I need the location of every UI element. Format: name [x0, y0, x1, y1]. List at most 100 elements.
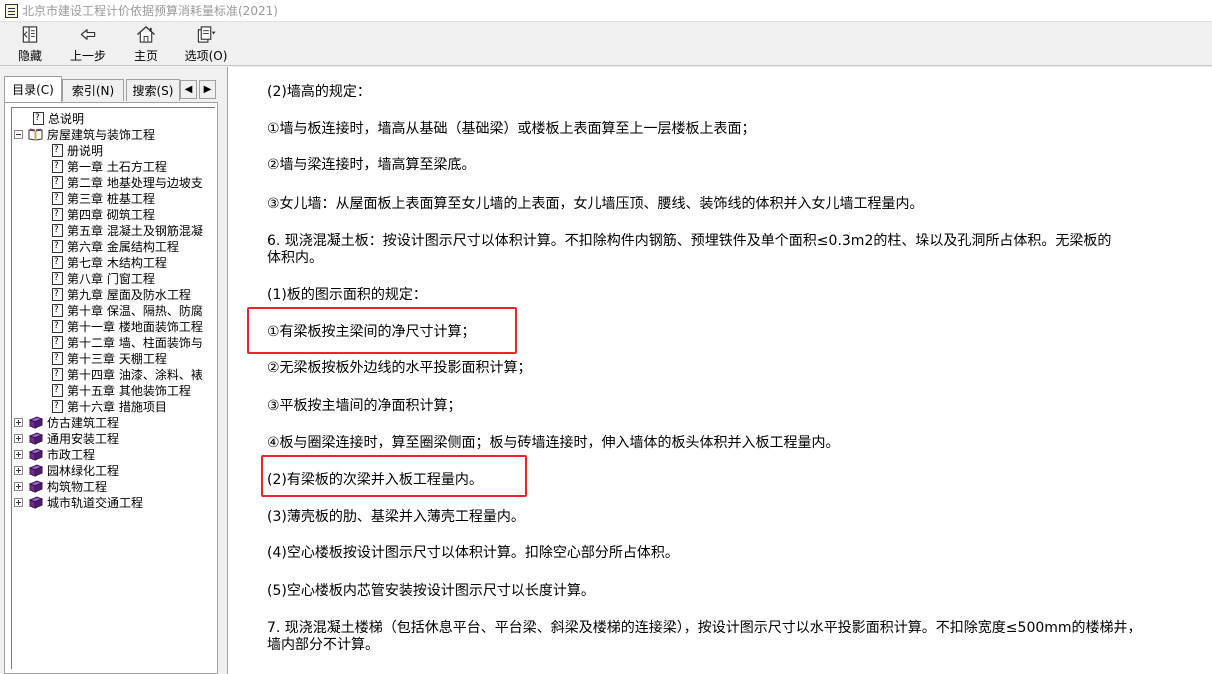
navigation-pane: 目录(C) 索引(N) 搜索(S) ◀ ▶ 总说明	[0, 67, 222, 674]
tab-contents[interactable]: 目录(C)	[4, 76, 62, 102]
expand-icon[interactable]	[14, 449, 23, 459]
tree-item-building-child[interactable]: 第十四章 油漆、涂料、裱	[52, 366, 203, 382]
help-page-icon	[52, 191, 63, 205]
content-paragraph: (1)板的图示面积的规定：	[267, 287, 427, 303]
content-paragraph: (2)墙高的规定：	[267, 84, 371, 100]
tree-item-general[interactable]: 总说明	[33, 110, 84, 126]
tree-item-label: 第十五章 其他装饰工程	[67, 383, 191, 398]
content-paragraph: (3)薄壳板的肋、基梁并入薄壳工程量内。	[267, 509, 525, 525]
highlight-box	[261, 455, 527, 497]
book-icon	[28, 447, 43, 461]
tree-item-label: 第四章 砌筑工程	[67, 207, 155, 222]
home-label: 主页	[133, 49, 158, 63]
tree-item-label: 通用安装工程	[47, 431, 120, 446]
tab-scroll-right-icon[interactable]: ▶	[199, 80, 216, 99]
expand-icon[interactable]	[14, 433, 23, 443]
content-paragraph: ①墙与板连接时，墙高从基础（基础梁）或楼板上表面算至上一层楼板上表面；	[267, 121, 756, 137]
tree-item-label: 第十三章 天棚工程	[67, 351, 167, 366]
tree-item-label: 第七章 木结构工程	[67, 255, 167, 270]
help-page-icon	[52, 271, 63, 285]
expand-icon[interactable]	[14, 465, 23, 475]
tree-item-building-child[interactable]: 第二章 地基处理与边坡支	[52, 174, 203, 190]
help-page-icon	[52, 367, 63, 381]
tree-item-building-child[interactable]: 第十二章 墙、柱面装饰与	[52, 334, 203, 350]
tree-item-building-child[interactable]: 第七章 木结构工程	[52, 254, 167, 270]
help-page-icon	[52, 383, 63, 397]
tree-item-label: 册说明	[67, 143, 104, 158]
arrow-left-icon	[80, 29, 96, 40]
tree-item-building-child[interactable]: 第五章 混凝土及钢筋混凝	[52, 222, 203, 238]
contents-tree-frame: 总说明 房屋建筑与装饰工程 册说明 第一章 土石方工程	[4, 102, 218, 674]
hide-button[interactable]: 隐藏	[14, 24, 46, 64]
tree-item-building[interactable]: 房屋建筑与装饰工程	[14, 126, 155, 142]
content-paragraph: 体积内。	[267, 250, 323, 266]
tree-item-label: 城市轨道交通工程	[47, 495, 144, 510]
content-pane: (2)墙高的规定： ①墙与板连接时，墙高从基础（基础梁）或楼板上表面算至上一层楼…	[228, 67, 1212, 674]
tree-item-book[interactable]: 构筑物工程	[14, 478, 107, 494]
options-label: 选项(O)	[184, 49, 228, 63]
open-book-icon	[28, 128, 43, 141]
tree-item-label: 第五章 混凝土及钢筋混凝	[67, 223, 203, 238]
tree-item-building-child[interactable]: 册说明	[52, 142, 103, 158]
tab-search[interactable]: 搜索(S)	[126, 79, 180, 101]
tree-item-book[interactable]: 通用安装工程	[14, 430, 119, 446]
help-page-icon	[52, 399, 63, 413]
window-title: 北京市建设工程计价依据预算消耗量标准(2021)	[22, 4, 278, 18]
tree-item-label: 第八章 门窗工程	[67, 271, 155, 286]
tree-item-label: 构筑物工程	[47, 479, 108, 494]
book-icon	[28, 463, 43, 477]
book-icon	[28, 495, 43, 509]
tree-item-book[interactable]: 园林绿化工程	[14, 462, 119, 478]
help-page-icon	[52, 223, 63, 237]
tree-item-building-child[interactable]: 第九章 屋面及防水工程	[52, 286, 191, 302]
back-label: 上一步	[69, 49, 106, 63]
expand-icon[interactable]	[14, 497, 23, 507]
book-icon	[28, 479, 43, 493]
tree-item-label: 第十二章 墙、柱面装饰与	[67, 335, 203, 350]
help-page-icon	[52, 335, 63, 349]
tree-item-book[interactable]: 城市轨道交通工程	[14, 494, 143, 510]
collapse-icon[interactable]	[14, 129, 23, 139]
home-button[interactable]: 主页	[130, 24, 162, 64]
tab-scroll-left-icon[interactable]: ◀	[180, 80, 197, 99]
tree-item-label: 第二章 地基处理与边坡支	[67, 175, 203, 190]
app-help-icon	[5, 3, 18, 18]
tree-item-building-child[interactable]: 第一章 土石方工程	[52, 158, 167, 174]
tree-item-building-child[interactable]: 第三章 桩基工程	[52, 190, 155, 206]
tree-item-building-child[interactable]: 第十六章 措施项目	[52, 398, 167, 414]
tree-item-building-child[interactable]: 第八章 门窗工程	[52, 270, 155, 286]
help-page-icon	[52, 175, 63, 189]
tree-item-building-child[interactable]: 第十五章 其他装饰工程	[52, 382, 191, 398]
tree-item-label: 第一章 土石方工程	[67, 159, 167, 174]
tree-item-label: 房屋建筑与装饰工程	[47, 127, 156, 142]
content-paragraph: ②无梁板按板外边线的水平投影面积计算；	[267, 360, 532, 376]
tree-item-building-child[interactable]: 第六章 金属结构工程	[52, 238, 179, 254]
content-paragraph: 7. 现浇混凝土楼梯（包括休息平台、平台梁、斜梁及楼梯的连接梁），按设计图示尺寸…	[267, 620, 1142, 636]
options-button[interactable]: 选项(O)	[183, 24, 229, 64]
tree-item-label: 仿古建筑工程	[47, 415, 120, 430]
home-icon	[137, 26, 155, 43]
help-page-icon	[52, 303, 63, 317]
tree-item-building-child[interactable]: 第十章 保温、隔热、防腐	[52, 302, 203, 318]
help-page-icon	[52, 351, 63, 365]
tab-index[interactable]: 索引(N)	[62, 79, 124, 101]
tree-item-book[interactable]: 市政工程	[14, 446, 95, 462]
back-button[interactable]: 上一步	[68, 24, 108, 64]
help-page-icon	[52, 239, 63, 253]
tree-item-book[interactable]: 仿古建筑工程	[14, 414, 119, 430]
tree-item-building-child[interactable]: 第十一章 楼地面装饰工程	[52, 318, 203, 334]
contents-tree: 总说明 房屋建筑与装饰工程 册说明 第一章 土石方工程	[11, 107, 215, 669]
help-page-icon	[52, 287, 63, 301]
content-paragraph: (5)空心楼板内芯管安装按设计图示尺寸以长度计算。	[267, 583, 595, 599]
tree-item-label: 第三章 桩基工程	[67, 191, 155, 206]
tree-item-label: 园林绿化工程	[47, 463, 120, 478]
help-page-icon	[52, 159, 63, 173]
expand-icon[interactable]	[14, 417, 23, 427]
expand-icon[interactable]	[14, 481, 23, 491]
tree-item-building-child[interactable]: 第十三章 天棚工程	[52, 350, 167, 366]
tree-item-label: 第九章 屋面及防水工程	[67, 287, 191, 302]
nav-tabs: 目录(C) 索引(N) 搜索(S) ◀ ▶	[4, 76, 220, 102]
tree-item-building-child[interactable]: 第四章 砌筑工程	[52, 206, 155, 222]
help-page-icon	[52, 255, 63, 269]
tree-item-label: 市政工程	[47, 447, 96, 462]
